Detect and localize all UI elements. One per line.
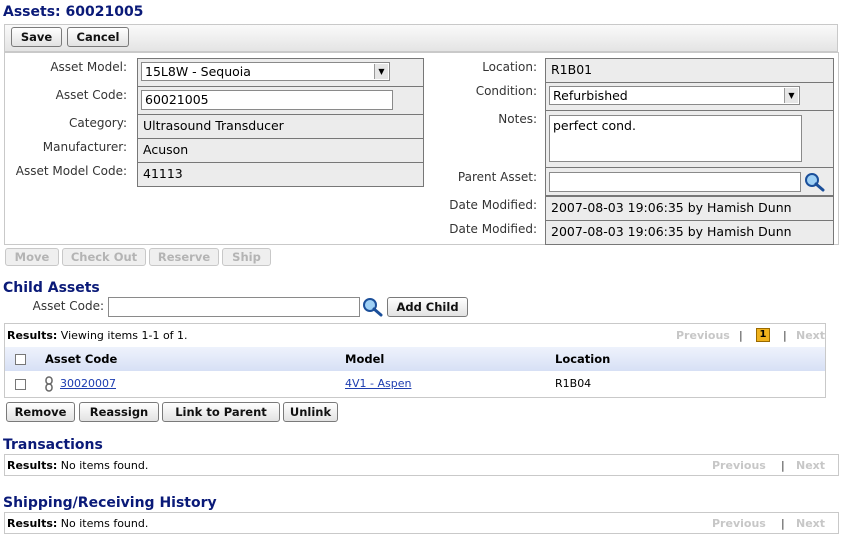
asset-code-label: Asset Code: bbox=[55, 88, 127, 102]
shipping-results: Results: No items found. bbox=[7, 517, 148, 530]
cancel-button[interactable]: Cancel bbox=[67, 27, 129, 47]
asset-model-select[interactable]: 15L8W - Sequoia ▼ bbox=[141, 62, 390, 81]
chevron-down-icon: ▼ bbox=[374, 64, 388, 79]
date-modified-label-2: Date Modified: bbox=[449, 222, 537, 236]
pager-separator: | bbox=[781, 517, 785, 530]
notes-textarea[interactable]: perfect cond. bbox=[549, 115, 802, 162]
results-label: Results: bbox=[7, 517, 58, 530]
row-checkbox[interactable] bbox=[15, 379, 26, 390]
pager-current-page[interactable]: 1 bbox=[756, 328, 770, 342]
link-icon bbox=[45, 376, 53, 392]
ship-button[interactable]: Ship bbox=[222, 248, 271, 266]
child-model-link[interactable]: 4V1 - Aspen bbox=[345, 377, 411, 390]
table-header bbox=[5, 347, 825, 371]
column-asset-code[interactable]: Asset Code bbox=[45, 352, 117, 366]
category-value: Ultrasound Transducer bbox=[137, 114, 424, 139]
category-label: Category: bbox=[69, 116, 127, 130]
search-icon[interactable] bbox=[362, 297, 384, 317]
location-label: Location: bbox=[482, 60, 537, 74]
child-location: R1B04 bbox=[555, 377, 592, 390]
asset-model-label: Asset Model: bbox=[50, 60, 127, 74]
shipping-history-title: Shipping/Receiving History bbox=[3, 495, 217, 511]
results-label: Results: bbox=[7, 459, 58, 472]
child-asset-code-label: Asset Code: bbox=[32, 299, 104, 313]
child-assets-title: Child Assets bbox=[3, 280, 100, 296]
date-modified-value-2: 2007-08-03 19:06:35 by Hamish Dunn bbox=[545, 220, 834, 245]
parent-asset-label: Parent Asset: bbox=[457, 170, 537, 184]
table-row bbox=[5, 372, 825, 397]
pager-separator: | bbox=[781, 459, 785, 472]
pager-next[interactable]: Next bbox=[796, 329, 825, 342]
move-button[interactable]: Move bbox=[5, 248, 59, 266]
pager-previous[interactable]: Previous bbox=[712, 459, 766, 472]
manufacturer-value: Acuson bbox=[137, 138, 424, 163]
pager-next[interactable]: Next bbox=[796, 459, 825, 472]
transactions-results: Results: No items found. bbox=[7, 459, 148, 472]
toolbar bbox=[4, 24, 838, 52]
pager-separator: | bbox=[783, 329, 787, 342]
condition-select[interactable]: Refurbished ▼ bbox=[549, 86, 800, 105]
results-text: No items found. bbox=[60, 517, 149, 530]
transactions-title: Transactions bbox=[3, 437, 103, 453]
remove-button[interactable]: Remove bbox=[6, 402, 75, 422]
unlink-button[interactable]: Unlink bbox=[283, 402, 338, 422]
asset-code-input[interactable]: 60021005 bbox=[141, 90, 393, 110]
location-value: R1B01 bbox=[545, 58, 834, 83]
asset-model-code-value: 41113 bbox=[137, 162, 424, 187]
page-title: Assets: 60021005 bbox=[3, 4, 144, 20]
column-model[interactable]: Model bbox=[345, 352, 384, 366]
save-button[interactable]: Save bbox=[11, 27, 62, 47]
condition-value: Refurbished bbox=[553, 88, 628, 103]
column-location[interactable]: Location bbox=[555, 352, 610, 366]
results-label: Results: bbox=[7, 329, 58, 342]
asset-model-code-label: Asset Model Code: bbox=[15, 164, 127, 178]
reassign-button[interactable]: Reassign bbox=[79, 402, 159, 422]
pager-previous[interactable]: Previous bbox=[676, 329, 730, 342]
notes-label: Notes: bbox=[498, 112, 537, 126]
reserve-button[interactable]: Reserve bbox=[149, 248, 219, 266]
pager-next[interactable]: Next bbox=[796, 517, 825, 530]
pager-separator: | bbox=[739, 329, 743, 342]
search-icon[interactable] bbox=[804, 172, 826, 192]
condition-label: Condition: bbox=[475, 84, 537, 98]
child-asset-code-input[interactable] bbox=[108, 297, 360, 317]
check-out-button[interactable]: Check Out bbox=[62, 248, 146, 266]
child-results: Results: Viewing items 1-1 of 1. bbox=[7, 329, 188, 342]
select-all-checkbox[interactable] bbox=[15, 354, 26, 365]
date-modified-label: Date Modified: bbox=[449, 198, 537, 212]
pager-previous[interactable]: Previous bbox=[712, 517, 766, 530]
date-modified-value: 2007-08-03 19:06:35 by Hamish Dunn bbox=[545, 196, 834, 221]
parent-asset-input[interactable] bbox=[549, 172, 801, 192]
asset-model-value: 15L8W - Sequoia bbox=[145, 64, 251, 79]
link-to-parent-button[interactable]: Link to Parent bbox=[162, 402, 280, 422]
manufacturer-label: Manufacturer: bbox=[42, 140, 127, 154]
add-child-button[interactable]: Add Child bbox=[387, 297, 468, 317]
chevron-down-icon: ▼ bbox=[784, 88, 798, 103]
child-asset-code-link[interactable]: 30020007 bbox=[60, 377, 116, 390]
results-text: Viewing items 1-1 of 1. bbox=[60, 329, 188, 342]
results-text: No items found. bbox=[60, 459, 149, 472]
